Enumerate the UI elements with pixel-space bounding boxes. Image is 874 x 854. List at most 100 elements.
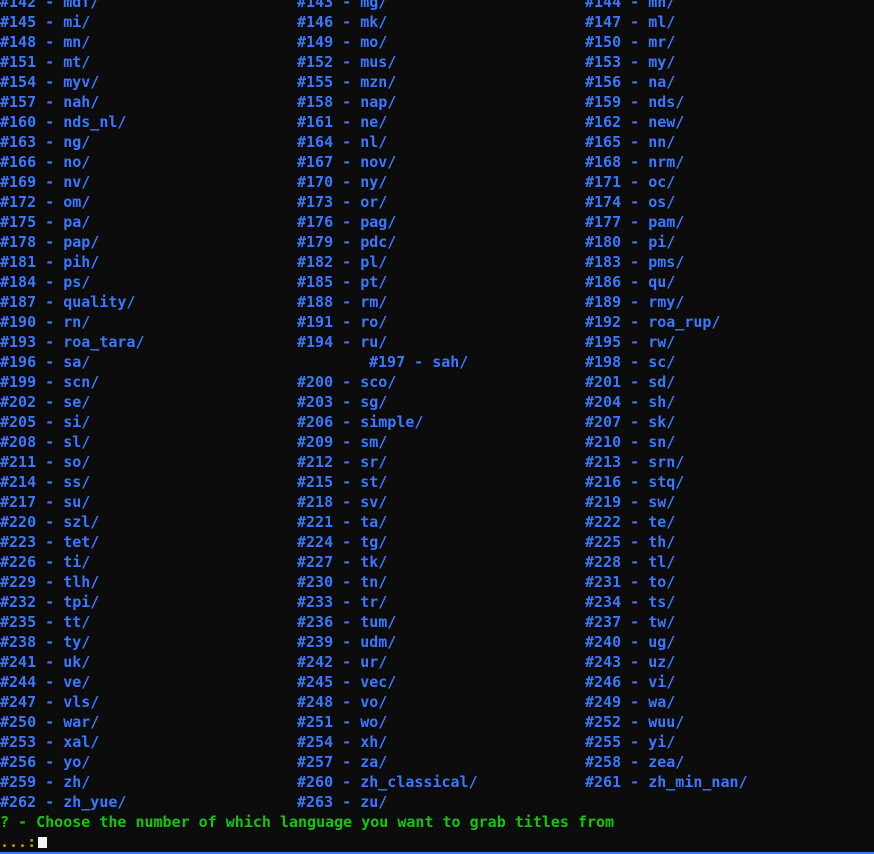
list-row: #253 - xal/ #254 - xh/ #255 - yi/: [0, 732, 874, 752]
list-row: #175 - pa/ #176 - pag/ #177 - pam/: [0, 212, 874, 232]
list-row: #247 - vls/ #248 - vo/ #249 - wa/: [0, 692, 874, 712]
language-entry: #249 - wa/: [585, 693, 676, 711]
language-entry: #145 - mi/: [0, 13, 91, 31]
input-prefix: ...:: [0, 833, 37, 851]
language-entry: #158 - nap/: [297, 93, 397, 111]
language-entry: #203 - sg/: [297, 393, 388, 411]
language-entry: #185 - pt/: [297, 273, 388, 291]
language-entry: #143 - mg/: [297, 0, 388, 11]
language-entry: #243 - uz/: [585, 653, 676, 671]
language-list: #142 - mdf/#143 - mg/#144 - mh/#145 - mi…: [0, 0, 874, 812]
language-entry: #239 - udm/: [297, 633, 397, 651]
language-entry: #215 - st/: [297, 473, 388, 491]
list-row: #190 - rn/ #191 - ro/ #192 - roa_rup/: [0, 312, 874, 332]
language-entry: #164 - nl/: [297, 133, 388, 151]
language-entry: #195 - rw/: [585, 333, 676, 351]
language-entry: #232 - tpi/: [0, 593, 100, 611]
language-entry: #246 - vi/: [585, 673, 676, 691]
list-row: #211 - so/ #212 - sr/ #213 - srn/: [0, 452, 874, 472]
language-entry: #231 - to/: [585, 573, 676, 591]
language-entry: #198 - sc/: [585, 353, 676, 371]
language-entry: #144 - mh/: [585, 0, 676, 11]
list-row: #193 - roa_tara/ #194 - ru/ #195 - rw/: [0, 332, 874, 352]
language-entry: #154 - myv/: [0, 73, 100, 91]
language-entry: #176 - pag/: [297, 213, 397, 231]
language-entry: #258 - zea/: [585, 753, 685, 771]
language-entry: #155 - mzn/: [297, 73, 397, 91]
list-row: #169 - nv/ #170 - ny/ #171 - oc/: [0, 172, 874, 192]
language-entry: #217 - su/: [0, 493, 91, 511]
list-row: #232 - tpi/ #233 - tr/ #234 - ts/: [0, 592, 874, 612]
language-entry: #167 - nov/: [297, 153, 397, 171]
prompt-line: ? - Choose the number of which language …: [0, 813, 615, 831]
list-row: #202 - se/ #203 - sg/ #204 - sh/: [0, 392, 874, 412]
language-entry: #190 - rn/: [0, 313, 91, 331]
list-row: #250 - war/ #251 - wo/ #252 - wuu/: [0, 712, 874, 732]
list-row: #259 - zh/ #260 - zh_classical/ #261 - zh_…: [0, 772, 874, 792]
language-entry: #166 - no/: [0, 153, 91, 171]
language-entry: #193 - roa_tara/: [0, 333, 145, 351]
list-row: #166 - no/ #167 - nov/ #168 - nrm/: [0, 152, 874, 172]
list-row: #238 - ty/ #239 - udm/ #240 - ug/: [0, 632, 874, 652]
language-entry: #165 - nn/: [585, 133, 676, 151]
list-row: #208 - sl/ #209 - sm/ #210 - sn/: [0, 432, 874, 452]
language-entry: #244 - ve/: [0, 673, 91, 691]
language-entry: #181 - pih/: [0, 253, 100, 271]
list-row: #163 - ng/ #164 - nl/ #165 - nn/: [0, 132, 874, 152]
language-entry: #223 - tet/: [0, 533, 100, 551]
language-entry: #238 - ty/: [0, 633, 91, 651]
language-entry: #201 - sd/: [585, 373, 676, 391]
language-entry: #218 - sv/: [297, 493, 388, 511]
list-row: #262 - zh_yue/ #263 - zu/: [0, 792, 874, 812]
language-entry: #196 - sa/: [0, 353, 91, 371]
language-entry: #221 - ta/: [297, 513, 388, 531]
language-entry: #160 - nds_nl/: [0, 113, 127, 131]
text-cursor: [38, 837, 48, 848]
list-row: #160 - nds_nl/ #161 - ne/ #162 - new/: [0, 112, 874, 132]
terminal-output: #142 - mdf/#143 - mg/#144 - mh/#145 - mi…: [0, 0, 874, 852]
language-entry: #227 - tk/: [297, 553, 388, 571]
language-entry: #256 - yo/: [0, 753, 91, 771]
language-entry: #225 - th/: [585, 533, 676, 551]
language-entry: #254 - xh/: [297, 733, 388, 751]
language-entry: #233 - tr/: [297, 593, 388, 611]
language-entry: #194 - ru/: [297, 333, 388, 351]
language-entry: #242 - ur/: [297, 653, 388, 671]
language-entry: #191 - ro/: [297, 313, 388, 331]
list-row: #241 - uk/ #242 - ur/ #243 - uz/: [0, 652, 874, 672]
language-entry: #142 - mdf/: [0, 0, 100, 11]
input-line[interactable]: ...:: [0, 832, 874, 852]
language-entry: #250 - war/: [0, 713, 100, 731]
language-entry: #192 - roa_rup/: [585, 313, 721, 331]
language-entry: #216 - stq/: [585, 473, 685, 491]
language-entry: #202 - se/: [0, 393, 91, 411]
language-entry: #189 - rmy/: [585, 293, 685, 311]
list-row: #229 - tlh/ #230 - tn/ #231 - to/: [0, 572, 874, 592]
language-entry: #172 - om/: [0, 193, 91, 211]
language-entry: #152 - mus/: [297, 53, 397, 71]
language-entry: #159 - nds/: [585, 93, 685, 111]
language-entry: #251 - wo/: [297, 713, 388, 731]
language-entry: #241 - uk/: [0, 653, 91, 671]
list-row: #256 - yo/ #257 - za/ #258 - zea/: [0, 752, 874, 772]
list-row: #157 - nah/ #158 - nap/ #159 - nds/: [0, 92, 874, 112]
list-row: #187 - quality/ #188 - rm/ #189 - rmy/: [0, 292, 874, 312]
language-entry: #257 - za/: [297, 753, 388, 771]
language-entry: #214 - ss/: [0, 473, 91, 491]
language-entry: #174 - os/: [585, 193, 676, 211]
language-entry: #151 - mt/: [0, 53, 91, 71]
language-entry: #182 - pl/: [297, 253, 388, 271]
language-entry: #260 - zh_classical/: [297, 773, 478, 791]
list-row: #145 - mi/ #146 - mk/ #147 - ml/: [0, 12, 874, 32]
language-entry: #169 - nv/: [0, 173, 91, 191]
list-row: #199 - scn/ #200 - sco/ #201 - sd/: [0, 372, 874, 392]
language-entry: #184 - ps/: [0, 273, 91, 291]
list-row: #205 - si/ #206 - simple/ #207 - sk/: [0, 412, 874, 432]
language-entry: #150 - mr/: [585, 33, 676, 51]
language-entry: #245 - vec/: [297, 673, 397, 691]
language-entry: #204 - sh/: [585, 393, 676, 411]
language-entry: #149 - mo/: [297, 33, 388, 51]
language-entry: #252 - wuu/: [585, 713, 685, 731]
language-entry: #237 - tw/: [585, 613, 676, 631]
language-entry: #212 - sr/: [297, 453, 388, 471]
